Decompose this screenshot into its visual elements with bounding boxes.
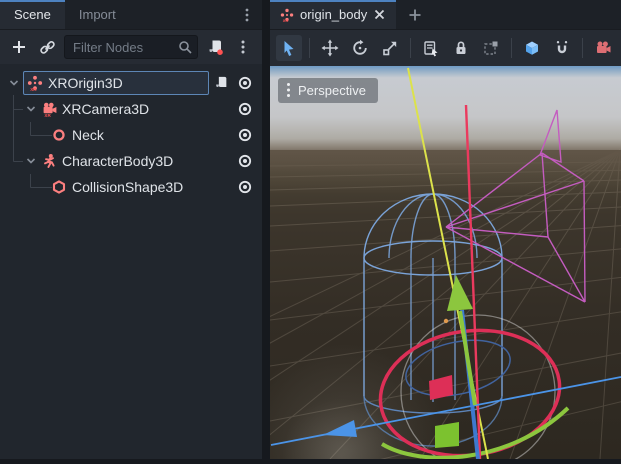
marker-dot (444, 319, 448, 323)
list-select-button[interactable] (418, 35, 444, 61)
node-label: CollisionShape3D (72, 179, 183, 195)
visibility-eye-icon[interactable] (237, 101, 253, 117)
scene-tree: XR XROrigin3D (0, 64, 262, 200)
character-body-icon (40, 153, 58, 169)
select-tool-button[interactable] (276, 35, 302, 61)
rotate-icon (351, 39, 369, 57)
tab-scene-label: Scene (14, 7, 51, 22)
perspective-menu-button[interactable]: Perspective (278, 78, 378, 103)
viewport-toolbar (270, 30, 621, 66)
main-viewport-panel: XR origin_body (270, 0, 621, 459)
toolbar-separator (511, 38, 512, 58)
dock-menu-button[interactable] (232, 0, 262, 29)
group-icon (482, 39, 500, 57)
node-label: CharacterBody3D (62, 153, 173, 169)
scene-tree-menu-button[interactable] (232, 36, 254, 58)
collision-shape-icon (50, 179, 68, 195)
toolbar-separator (309, 38, 310, 58)
dock-tab-bar: Scene Import (0, 0, 262, 30)
visibility-eye-icon[interactable] (237, 127, 253, 143)
move-icon (321, 39, 339, 57)
scene-dock-toolbar (0, 30, 262, 64)
viewport-3d[interactable]: Perspective (270, 66, 621, 459)
attach-script-icon (207, 39, 224, 56)
lock-selected-button[interactable] (448, 35, 474, 61)
add-node-button[interactable] (8, 36, 30, 58)
drag-dots-icon (286, 82, 291, 98)
ring-icon (50, 127, 68, 143)
svg-text:XR: XR (44, 113, 51, 117)
visibility-eye-icon[interactable] (237, 179, 253, 195)
close-icon[interactable] (373, 8, 386, 21)
local-space-toggle[interactable] (519, 35, 545, 61)
collapse-chevron-icon[interactable] (22, 103, 40, 115)
camera-preview-toggle[interactable] (590, 35, 616, 61)
move-tool-button[interactable] (317, 35, 343, 61)
list-select-icon (422, 39, 440, 57)
tab-import-label: Import (79, 7, 116, 22)
search-icon (177, 39, 193, 55)
perspective-label: Perspective (298, 83, 366, 98)
tree-row-collisionshape3d[interactable]: CollisionShape3D (0, 174, 262, 200)
scale-icon (381, 39, 399, 57)
toolbar-separator (582, 38, 583, 58)
node-label: Neck (72, 127, 104, 143)
lock-icon (452, 39, 470, 57)
svg-text:XR: XR (283, 18, 289, 22)
scene-dock: Scene Import (0, 0, 262, 459)
visibility-eye-icon[interactable] (237, 153, 253, 169)
select-arrow-icon (280, 39, 298, 57)
scene-tab-origin-body[interactable]: XR origin_body (270, 0, 396, 29)
camera-preview-icon (594, 39, 612, 57)
xr-origin-icon: XR (26, 75, 44, 91)
script-icon[interactable] (214, 75, 229, 91)
node-label: XROrigin3D (48, 75, 123, 91)
horizon-fade (270, 150, 621, 194)
add-node-icon (11, 39, 27, 55)
instance-scene-link-icon (39, 39, 56, 56)
xr-origin-icon: XR (280, 8, 294, 22)
tab-import[interactable]: Import (65, 0, 130, 29)
node-label: XRCamera3D (62, 101, 149, 117)
tree-row-characterbody3d[interactable]: CharacterBody3D (0, 148, 262, 174)
snap-magnet-icon (553, 39, 571, 57)
collapse-chevron-icon[interactable] (22, 155, 40, 167)
gizmo-plane-green[interactable] (435, 422, 459, 448)
scene-tab-label: origin_body (300, 7, 367, 22)
collapse-chevron-icon[interactable] (5, 77, 23, 89)
rotate-tool-button[interactable] (347, 35, 373, 61)
scale-tool-button[interactable] (377, 35, 403, 61)
toolbar-separator (410, 38, 411, 58)
attach-script-button[interactable] (204, 36, 226, 58)
xr-camera-icon: XR (40, 101, 58, 117)
more-menu-icon (236, 39, 250, 55)
viewport-render (270, 66, 621, 459)
tree-row-xrcamera3d[interactable]: XR XRCamera3D (0, 96, 262, 122)
visibility-eye-icon[interactable] (237, 75, 253, 91)
group-selected-button[interactable] (478, 35, 504, 61)
more-menu-icon (240, 7, 254, 23)
local-space-cube-icon (523, 39, 541, 57)
snap-toggle[interactable] (549, 35, 575, 61)
new-tab-plus-icon (408, 8, 422, 22)
instance-scene-button[interactable] (36, 36, 58, 58)
tab-scene[interactable]: Scene (0, 0, 65, 29)
selected-node-box: XR XROrigin3D (23, 71, 209, 95)
svg-text:XR: XR (30, 87, 37, 91)
scene-tab-bar: XR origin_body (270, 0, 621, 30)
filter-nodes-box (64, 35, 198, 59)
tree-row-neck[interactable]: Neck (0, 122, 262, 148)
new-scene-tab-button[interactable] (396, 0, 434, 29)
tree-row-xrorigin3d[interactable]: XR XROrigin3D (0, 70, 262, 96)
